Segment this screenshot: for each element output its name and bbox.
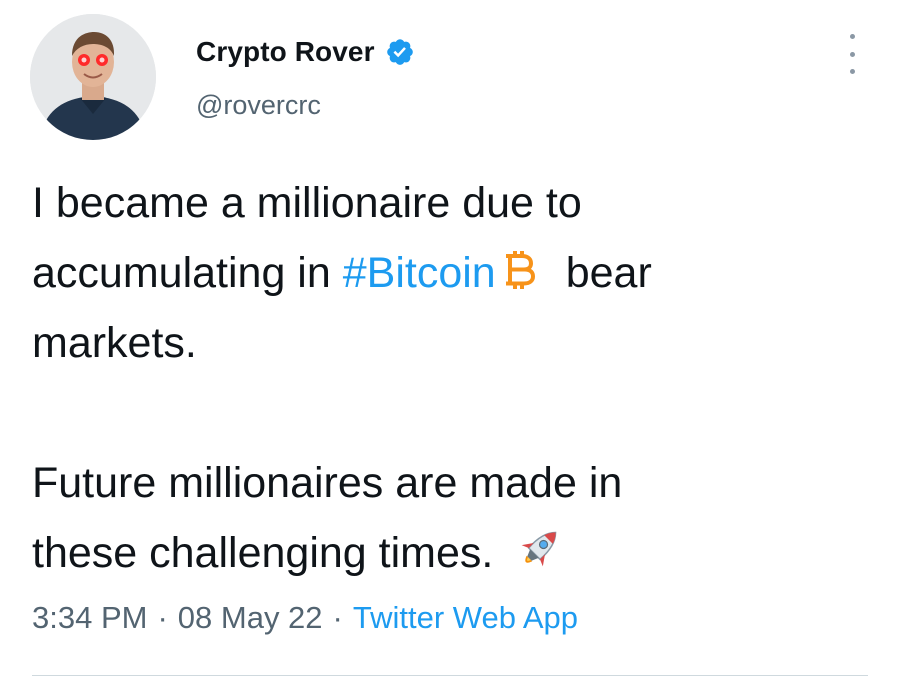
meta-separator: · bbox=[332, 600, 343, 635]
tweet-date[interactable]: 08 May 22 bbox=[178, 600, 323, 635]
tweet-text: I became a millionaire due to accumulati… bbox=[32, 168, 872, 588]
tweet-text-segment: bear bbox=[565, 249, 652, 297]
tweet-line: these challenging times. bbox=[32, 518, 872, 588]
tweet-line: Future millionaires are made in bbox=[32, 459, 623, 507]
author-row: Crypto Rover bbox=[196, 30, 415, 74]
bitcoin-hashtag-link[interactable]: #Bitcoin bbox=[343, 249, 496, 297]
avatar[interactable] bbox=[30, 14, 156, 140]
tweet-source-link[interactable]: Twitter Web App bbox=[353, 600, 578, 635]
tweet-line: markets. bbox=[32, 319, 197, 367]
more-dot bbox=[849, 34, 855, 39]
more-options-icon[interactable] bbox=[840, 34, 864, 74]
tweet-meta: 3:34 PM · 08 May 22 · Twitter Web App bbox=[32, 600, 578, 636]
divider bbox=[32, 675, 868, 676]
tweet-text-segment: accumulating in bbox=[32, 249, 343, 297]
author-name[interactable]: Crypto Rover bbox=[196, 36, 375, 68]
tweet-time[interactable]: 3:34 PM bbox=[32, 600, 147, 635]
bitcoin-icon bbox=[502, 243, 536, 289]
author-handle[interactable]: @rovercrc bbox=[196, 90, 321, 121]
meta-separator: · bbox=[157, 600, 168, 635]
tweet-text-segment: these challenging times. bbox=[32, 529, 494, 577]
rocket-emoji-icon bbox=[515, 523, 565, 573]
verified-badge-icon bbox=[385, 37, 415, 67]
more-dot bbox=[849, 51, 855, 57]
more-dot bbox=[849, 69, 855, 74]
tweet-line: I became a millionaire due to bbox=[32, 179, 582, 227]
tweet-line: accumulating in #Bitcoin bear bbox=[32, 238, 872, 308]
